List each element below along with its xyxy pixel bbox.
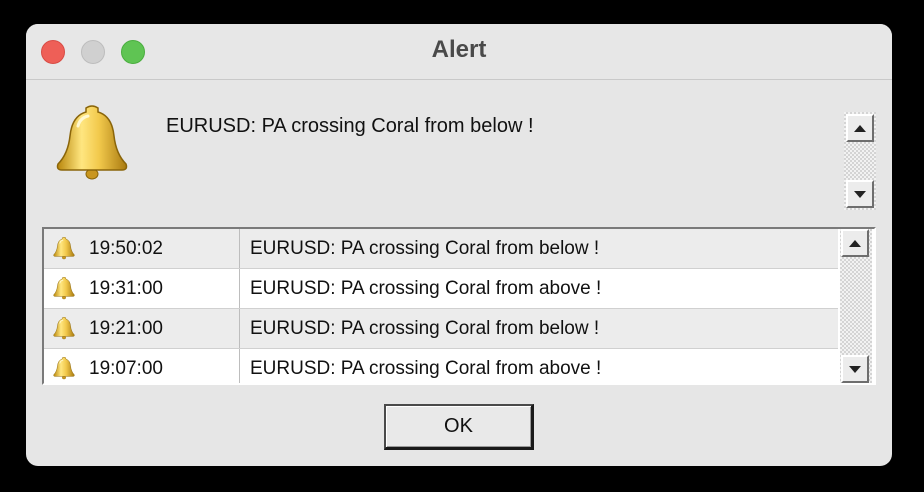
bell-icon — [52, 356, 76, 380]
bell-icon — [52, 276, 76, 300]
bell-icon — [52, 316, 76, 340]
alert-message: EURUSD: PA crossing Coral from below ! — [166, 115, 534, 137]
alert-time: 19:21:00 — [89, 318, 163, 339]
alert-time: 19:50:02 — [89, 238, 163, 259]
message-scrollbar[interactable] — [844, 112, 876, 210]
time-cell: 19:31:00 — [44, 269, 240, 308]
alert-row[interactable]: 19:50:02 EURUSD: PA crossing Coral from … — [44, 229, 838, 269]
list-scrollbar[interactable] — [840, 229, 872, 383]
time-cell: 19:07:00 — [44, 349, 240, 383]
alert-row[interactable]: 19:31:00 EURUSD: PA crossing Coral from … — [44, 269, 838, 309]
alert-text: EURUSD: PA crossing Coral from below ! — [250, 318, 600, 339]
arrow-down-icon — [849, 365, 861, 373]
scroll-up-button[interactable] — [846, 114, 874, 142]
time-cell: 19:21:00 — [44, 309, 240, 348]
time-cell: 19:50:02 — [44, 229, 240, 268]
alert-text: EURUSD: PA crossing Coral from below ! — [250, 238, 600, 259]
scroll-down-button[interactable] — [846, 180, 874, 208]
arrow-up-icon — [849, 239, 861, 247]
alert-time: 19:31:00 — [89, 278, 163, 299]
scroll-down-button[interactable] — [841, 355, 869, 383]
arrow-down-icon — [854, 190, 866, 198]
title-bar: Alert — [26, 24, 892, 80]
window-title: Alert — [431, 36, 487, 63]
bell-icon — [52, 102, 132, 182]
alert-text: EURUSD: PA crossing Coral from above ! — [250, 358, 602, 379]
arrow-up-icon — [854, 124, 866, 132]
ok-button[interactable]: OK — [384, 404, 534, 450]
bell-icon — [52, 236, 76, 260]
alert-time: 19:07:00 — [89, 358, 163, 379]
alert-history-list: 19:50:02 EURUSD: PA crossing Coral from … — [42, 227, 876, 385]
alert-window: Alert EURUSD: PA crossing Coral from bel… — [26, 24, 892, 466]
alert-text: EURUSD: PA crossing Coral from above ! — [250, 278, 602, 299]
scroll-up-button[interactable] — [841, 229, 869, 257]
alert-row[interactable]: 19:07:00 EURUSD: PA crossing Coral from … — [44, 349, 838, 383]
alert-row[interactable]: 19:21:00 EURUSD: PA crossing Coral from … — [44, 309, 838, 349]
